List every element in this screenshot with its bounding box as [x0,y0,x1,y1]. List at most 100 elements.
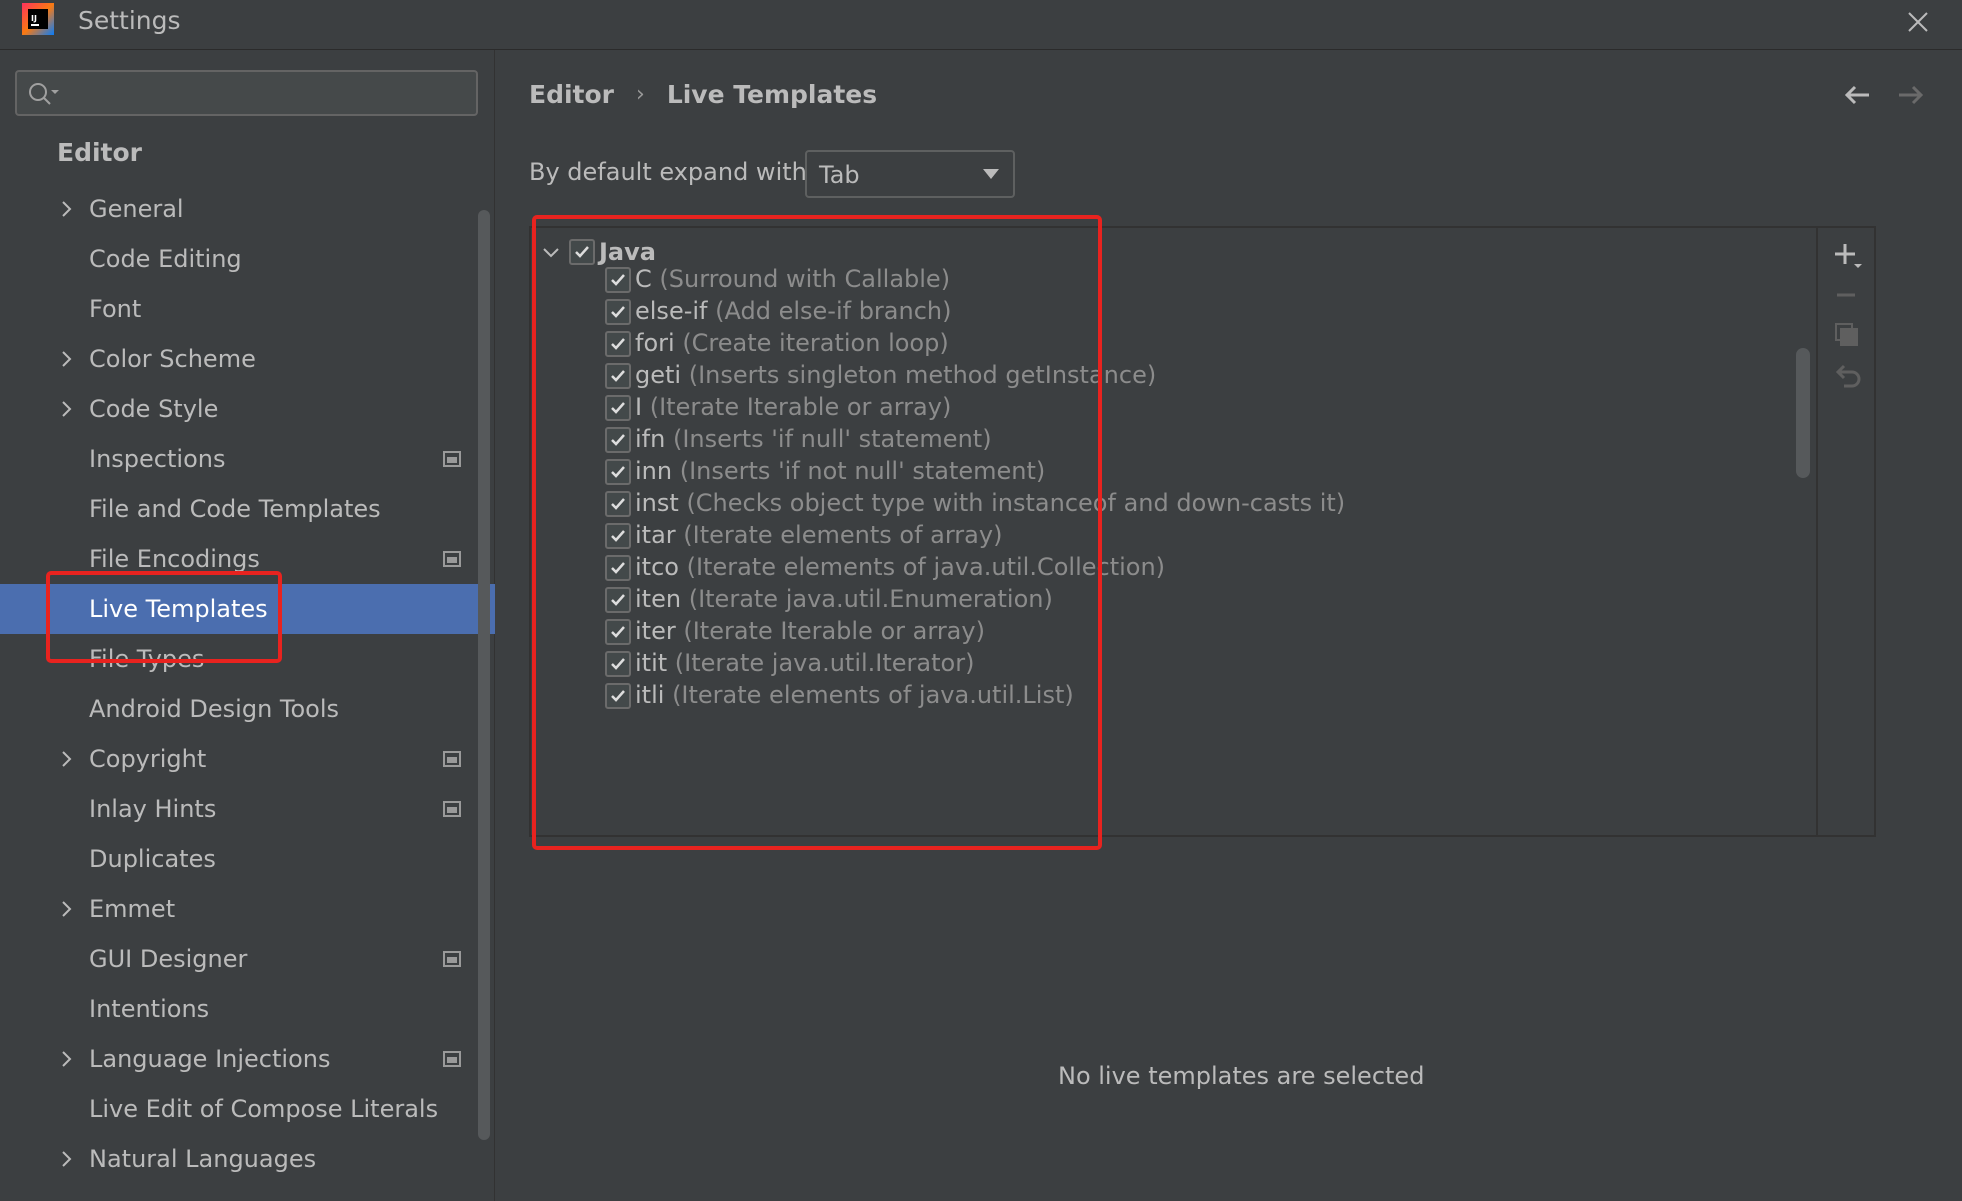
template-row-inst[interactable]: inst (Checks object type with instanceof… [531,488,1731,520]
settings-search-box[interactable] [15,70,478,116]
java-group-label: Java [599,238,656,266]
intellij-logo-icon: IJ [22,3,54,35]
template-row-c[interactable]: C (Surround with Callable) [531,264,1731,296]
template-checkbox[interactable] [605,683,631,709]
sidebar-item-inspections[interactable]: Inspections [0,434,495,484]
template-checkbox[interactable] [605,587,631,613]
close-button[interactable] [1898,2,1938,42]
breadcrumb-editor[interactable]: Editor [529,80,614,109]
template-row-else-if[interactable]: else-if (Add else-if branch) [531,296,1731,328]
project-scope-icon [443,1051,461,1067]
template-checkbox[interactable] [605,299,631,325]
checkmark-icon [611,338,625,350]
template-checkbox[interactable] [605,459,631,485]
template-description: (Iterate java.util.Enumeration) [688,585,1053,613]
templates-toolbar [1816,228,1874,835]
template-description: (Iterate elements of java.util.List) [672,681,1074,709]
template-row-iter[interactable]: iter (Iterate Iterable or array) [531,616,1731,648]
settings-tree: General Code Editing Font Color Scheme Code … [0,184,495,1184]
template-row-i[interactable]: I (Iterate Iterable or array) [531,392,1731,424]
forward-arrow-icon[interactable] [1893,78,1927,112]
chevron-right-icon[interactable] [56,749,76,769]
template-row-itco[interactable]: itco (Iterate elements of java.util.Coll… [531,552,1731,584]
template-checkbox[interactable] [605,523,631,549]
java-group-checkbox[interactable] [569,239,595,265]
sidebar-item-code-style[interactable]: Code Style [0,384,495,434]
template-text: itit (Iterate java.util.Iterator) [635,649,974,677]
sidebar-item-emmet[interactable]: Emmet [0,884,495,934]
template-text: inst (Checks object type with instanceof… [635,489,1345,517]
sidebar-item-inlay-hints[interactable]: Inlay Hints [0,784,495,834]
sidebar-item-natural-languages[interactable]: Natural Languages [0,1134,495,1184]
sidebar-item-label: Emmet [89,895,176,923]
template-row-ifn[interactable]: ifn (Inserts 'if null' statement) [531,424,1731,456]
template-row-itli[interactable]: itli (Iterate elements of java.util.List… [531,680,1731,712]
settings-search-input[interactable] [65,76,465,110]
template-checkbox[interactable] [605,651,631,677]
template-abbreviation: iten [635,585,682,613]
sidebar-item-gui-designer[interactable]: GUI Designer [0,934,495,984]
templates-scrollbar[interactable] [1796,348,1810,478]
remove-icon[interactable] [1830,278,1864,312]
sidebar-heading-editor[interactable]: Editor [57,138,142,167]
close-icon [1908,12,1928,32]
restore-icon[interactable] [1830,360,1864,394]
back-arrow-icon[interactable] [1841,78,1875,112]
sidebar-item-label: Natural Languages [89,1145,317,1173]
sidebar-item-color-scheme[interactable]: Color Scheme [0,334,495,384]
sidebar-scrollbar[interactable] [478,210,490,1140]
expand-with-dropdown[interactable]: Tab [805,150,1015,198]
chevron-right-icon[interactable] [56,199,76,219]
template-text: iter (Iterate Iterable or array) [635,617,985,645]
template-row-fori[interactable]: fori (Create iteration loop) [531,328,1731,360]
template-text: itar (Iterate elements of array) [635,521,1002,549]
template-checkbox[interactable] [605,331,631,357]
template-abbreviation: iter [635,617,676,645]
chevron-down-icon[interactable] [541,242,561,262]
template-row-iten[interactable]: iten (Iterate java.util.Enumeration) [531,584,1731,616]
sidebar-item-file-types[interactable]: File Types [0,634,495,684]
sidebar-item-label: Live Templates [89,595,268,623]
template-description: (Create iteration loop) [682,329,949,357]
template-row-inn[interactable]: inn (Inserts 'if not null' statement) [531,456,1731,488]
sidebar-item-file-encodings[interactable]: File Encodings [0,534,495,584]
chevron-right-icon[interactable] [56,399,76,419]
template-checkbox[interactable] [605,555,631,581]
sidebar-item-code-editing[interactable]: Code Editing [0,234,495,284]
settings-sidebar: Editor General Code Editing Font Color Sche… [0,50,495,1201]
sidebar-item-label: GUI Designer [89,945,248,973]
sidebar-item-duplicates[interactable]: Duplicates [0,834,495,884]
chevron-right-icon[interactable] [56,1149,76,1169]
sidebar-item-live-edit-of-compose-literals[interactable]: Live Edit of Compose Literals [0,1084,495,1134]
sidebar-item-file-and-code-templates[interactable]: File and Code Templates [0,484,495,534]
template-text: iten (Iterate java.util.Enumeration) [635,585,1053,613]
copy-icon[interactable] [1830,318,1864,352]
sidebar-item-general[interactable]: General [0,184,495,234]
add-icon[interactable] [1830,238,1864,272]
sidebar-item-font[interactable]: Font [0,284,495,334]
template-checkbox[interactable] [605,619,631,645]
project-scope-icon [443,451,461,467]
template-row-itar[interactable]: itar (Iterate elements of array) [531,520,1731,552]
template-checkbox[interactable] [605,427,631,453]
sidebar-item-live-templates[interactable]: Live Templates [0,584,495,634]
chevron-right-icon[interactable] [56,1049,76,1069]
template-row-geti[interactable]: geti (Inserts singleton method getInstan… [531,360,1731,392]
template-checkbox[interactable] [605,267,631,293]
template-row-itit[interactable]: itit (Iterate java.util.Iterator) [531,648,1731,680]
template-description: (Surround with Callable) [659,265,951,293]
sidebar-item-label: Inlay Hints [89,795,217,823]
template-abbreviation: itit [635,649,668,677]
sidebar-item-label: File and Code Templates [89,495,381,523]
template-abbreviation: fori [635,329,675,357]
sidebar-item-copyright[interactable]: Copyright [0,734,495,784]
template-abbreviation: else-if [635,297,708,325]
template-checkbox[interactable] [605,395,631,421]
sidebar-item-language-injections[interactable]: Language Injections [0,1034,495,1084]
template-checkbox[interactable] [605,491,631,517]
sidebar-item-intentions[interactable]: Intentions [0,984,495,1034]
template-checkbox[interactable] [605,363,631,389]
chevron-right-icon[interactable] [56,899,76,919]
sidebar-item-android-design-tools[interactable]: Android Design Tools [0,684,495,734]
chevron-right-icon[interactable] [56,349,76,369]
